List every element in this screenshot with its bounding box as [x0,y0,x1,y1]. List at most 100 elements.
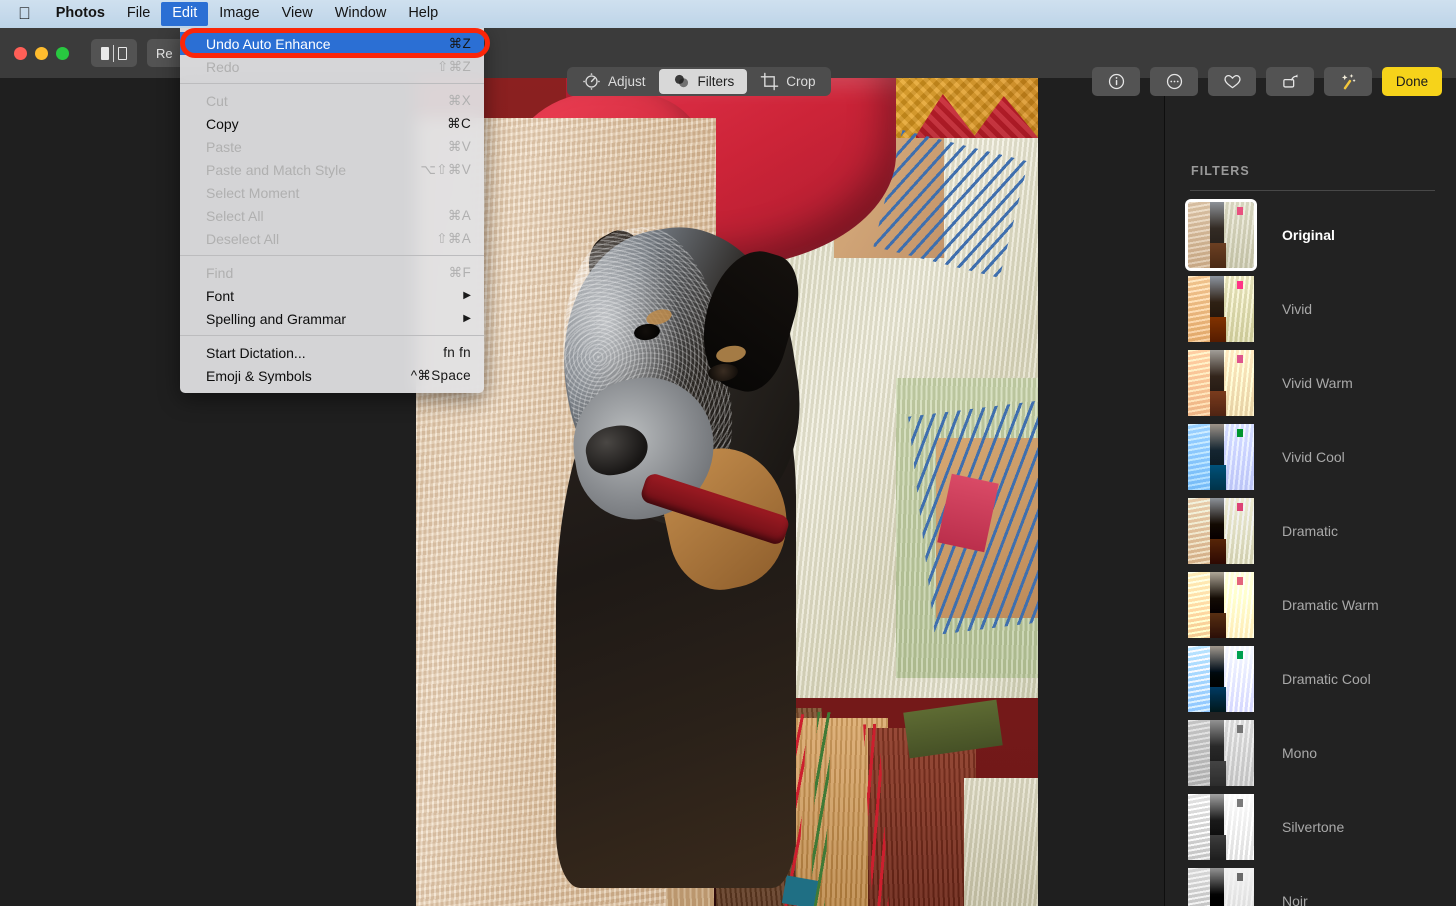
rotate-button[interactable] [1266,67,1314,96]
magic-wand-icon [1339,73,1358,91]
tab-filters[interactable]: Filters [659,69,748,94]
split-view-filled-square [101,47,109,60]
menu-item-spelling-and-grammar[interactable]: Spelling and Grammar ▶ [180,307,484,330]
apple-logo-icon[interactable]:  [12,5,45,24]
menu-item-select-all: Select All⌘A [180,204,484,227]
filter-label: Silvertone [1282,819,1344,835]
menu-item-label: Paste and Match Style [206,162,346,178]
filter-label: Noir [1282,893,1308,906]
menu-item-paste: Paste⌘V [180,135,484,158]
minimize-window-button[interactable] [35,47,48,60]
info-button[interactable] [1092,67,1140,96]
filter-item-noir[interactable]: Noir [1165,864,1456,906]
heart-icon [1223,73,1242,90]
menu-item-start-dictation[interactable]: Start Dictation... fn fn [180,341,484,364]
split-view-icon[interactable] [91,39,137,67]
filter-label: Dramatic Cool [1282,671,1371,687]
filter-item-vivid-cool[interactable]: Vivid Cool [1165,420,1456,494]
menu-item-font[interactable]: Font▶ [180,284,484,307]
filter-thumbnail [1188,202,1254,268]
photo-stage [0,78,1164,906]
menubar-item-window[interactable]: Window [324,2,398,26]
filter-item-dramatic-cool[interactable]: Dramatic Cool [1165,642,1456,716]
filter-thumbnail [1188,720,1254,786]
filter-thumbnail [1188,424,1254,490]
menu-item-shortcut: fn fn [443,345,471,360]
submenu-chevron-icon: ▶ [463,313,471,324]
menu-item-label: Cut [206,93,228,109]
filter-item-original[interactable]: Original [1165,198,1456,272]
more-options-button[interactable] [1150,67,1198,96]
menu-item-redo: Redo ⇧⌘Z [180,55,484,78]
menu-item-label: Redo [206,59,239,75]
menubar-item-image[interactable]: Image [208,2,270,26]
filter-label: Vivid Cool [1282,449,1345,465]
menu-item-shortcut: ^⌘Space [411,368,471,384]
menu-item-shortcut: ⇧⌘A [436,231,471,247]
filter-item-dramatic[interactable]: Dramatic [1165,494,1456,568]
filter-label: Mono [1282,745,1317,761]
filter-item-mono[interactable]: Mono [1165,716,1456,790]
auto-enhance-button[interactable] [1324,67,1372,96]
split-view-outline-square [118,47,127,60]
menu-item-shortcut: ⇧⌘Z [437,59,471,75]
menu-item-copy[interactable]: Copy ⌘C [180,112,484,135]
tab-crop[interactable]: Crop [747,69,828,94]
menu-item-label: Spelling and Grammar [206,311,346,327]
close-window-button[interactable] [14,47,27,60]
edit-dropdown-menu: Undo Auto Enhance ⌘Z Redo ⇧⌘Z Cut ⌘X Copy ⌘C Pas… [180,28,484,393]
tab-label: Crop [786,74,815,89]
menu-item-label: Find [206,265,233,281]
tab-label: Adjust [608,74,646,89]
filter-thumbnail [1188,794,1254,860]
filters-panel-title: FILTERS [1191,164,1250,178]
menu-item-label: Start Dictation... [206,345,306,361]
filter-label: Original [1282,227,1335,243]
filter-item-vivid-warm[interactable]: Vivid Warm [1165,346,1456,420]
toolbar-right-buttons: Done [1092,67,1442,96]
rotate-icon [1281,73,1300,90]
filter-thumbnail [1188,350,1254,416]
menu-item-shortcut: ⌘V [448,139,471,155]
filter-thumbnail [1188,572,1254,638]
filter-item-dramatic-warm[interactable]: Dramatic Warm [1165,568,1456,642]
submenu-chevron-icon: ▶ [463,290,471,301]
edit-mode-segmented-control: Adjust Filters Crop [567,67,831,96]
menu-item-label: Copy [206,116,239,132]
menubar-item-view[interactable]: View [271,2,324,26]
menu-item-shortcut: ⌘F [449,265,471,281]
menu-item-shortcut: ⌘C [447,116,471,132]
menu-item-emoji-symbols[interactable]: Emoji & Symbols^⌘Space [180,364,484,387]
menu-item-undo-auto-enhance[interactable]: Undo Auto Enhance ⌘Z [180,32,484,55]
photo-canvas[interactable] [416,78,1038,906]
tab-adjust[interactable]: Adjust [569,69,659,94]
filter-item-silvertone[interactable]: Silvertone [1165,790,1456,864]
filters-divider [1190,190,1435,191]
menu-separator [180,255,484,256]
filter-label: Vivid Warm [1282,375,1353,391]
photos-edit-window: FILTERS Original Vivid Vivid Warm Vivid Coo… [0,0,1456,906]
menu-item-label: Select All [206,208,264,224]
split-view-divider [113,45,114,62]
done-button[interactable]: Done [1382,67,1442,96]
window-controls [0,47,69,60]
filter-thumbnail [1188,646,1254,712]
apple-menu-bar:  PhotosFileEditImageViewWindowHelp [0,0,1456,28]
menubar-item-photos[interactable]: Photos [45,2,116,26]
tab-label: Filters [698,74,735,89]
filter-item-vivid[interactable]: Vivid [1165,272,1456,346]
menu-item-shortcut: ⌘X [448,93,471,109]
menu-item-label: Undo Auto Enhance [206,36,331,52]
favorite-button[interactable] [1208,67,1256,96]
photo-region-quilt-patch-green [903,700,1002,759]
zoom-window-button[interactable] [56,47,69,60]
filter-label: Dramatic [1282,523,1338,539]
menubar-item-edit[interactable]: Edit [161,2,208,26]
menu-item-find: Find ⌘F [180,261,484,284]
photo-region-blue-patch [782,875,818,906]
menubar-item-file[interactable]: File [116,2,161,26]
menu-item-shortcut: ⌘Z [449,36,471,52]
photo-region-quilt-patch-cream [964,778,1038,906]
menubar-item-help[interactable]: Help [397,2,449,26]
menu-item-select-moment: Select Moment [180,181,484,204]
